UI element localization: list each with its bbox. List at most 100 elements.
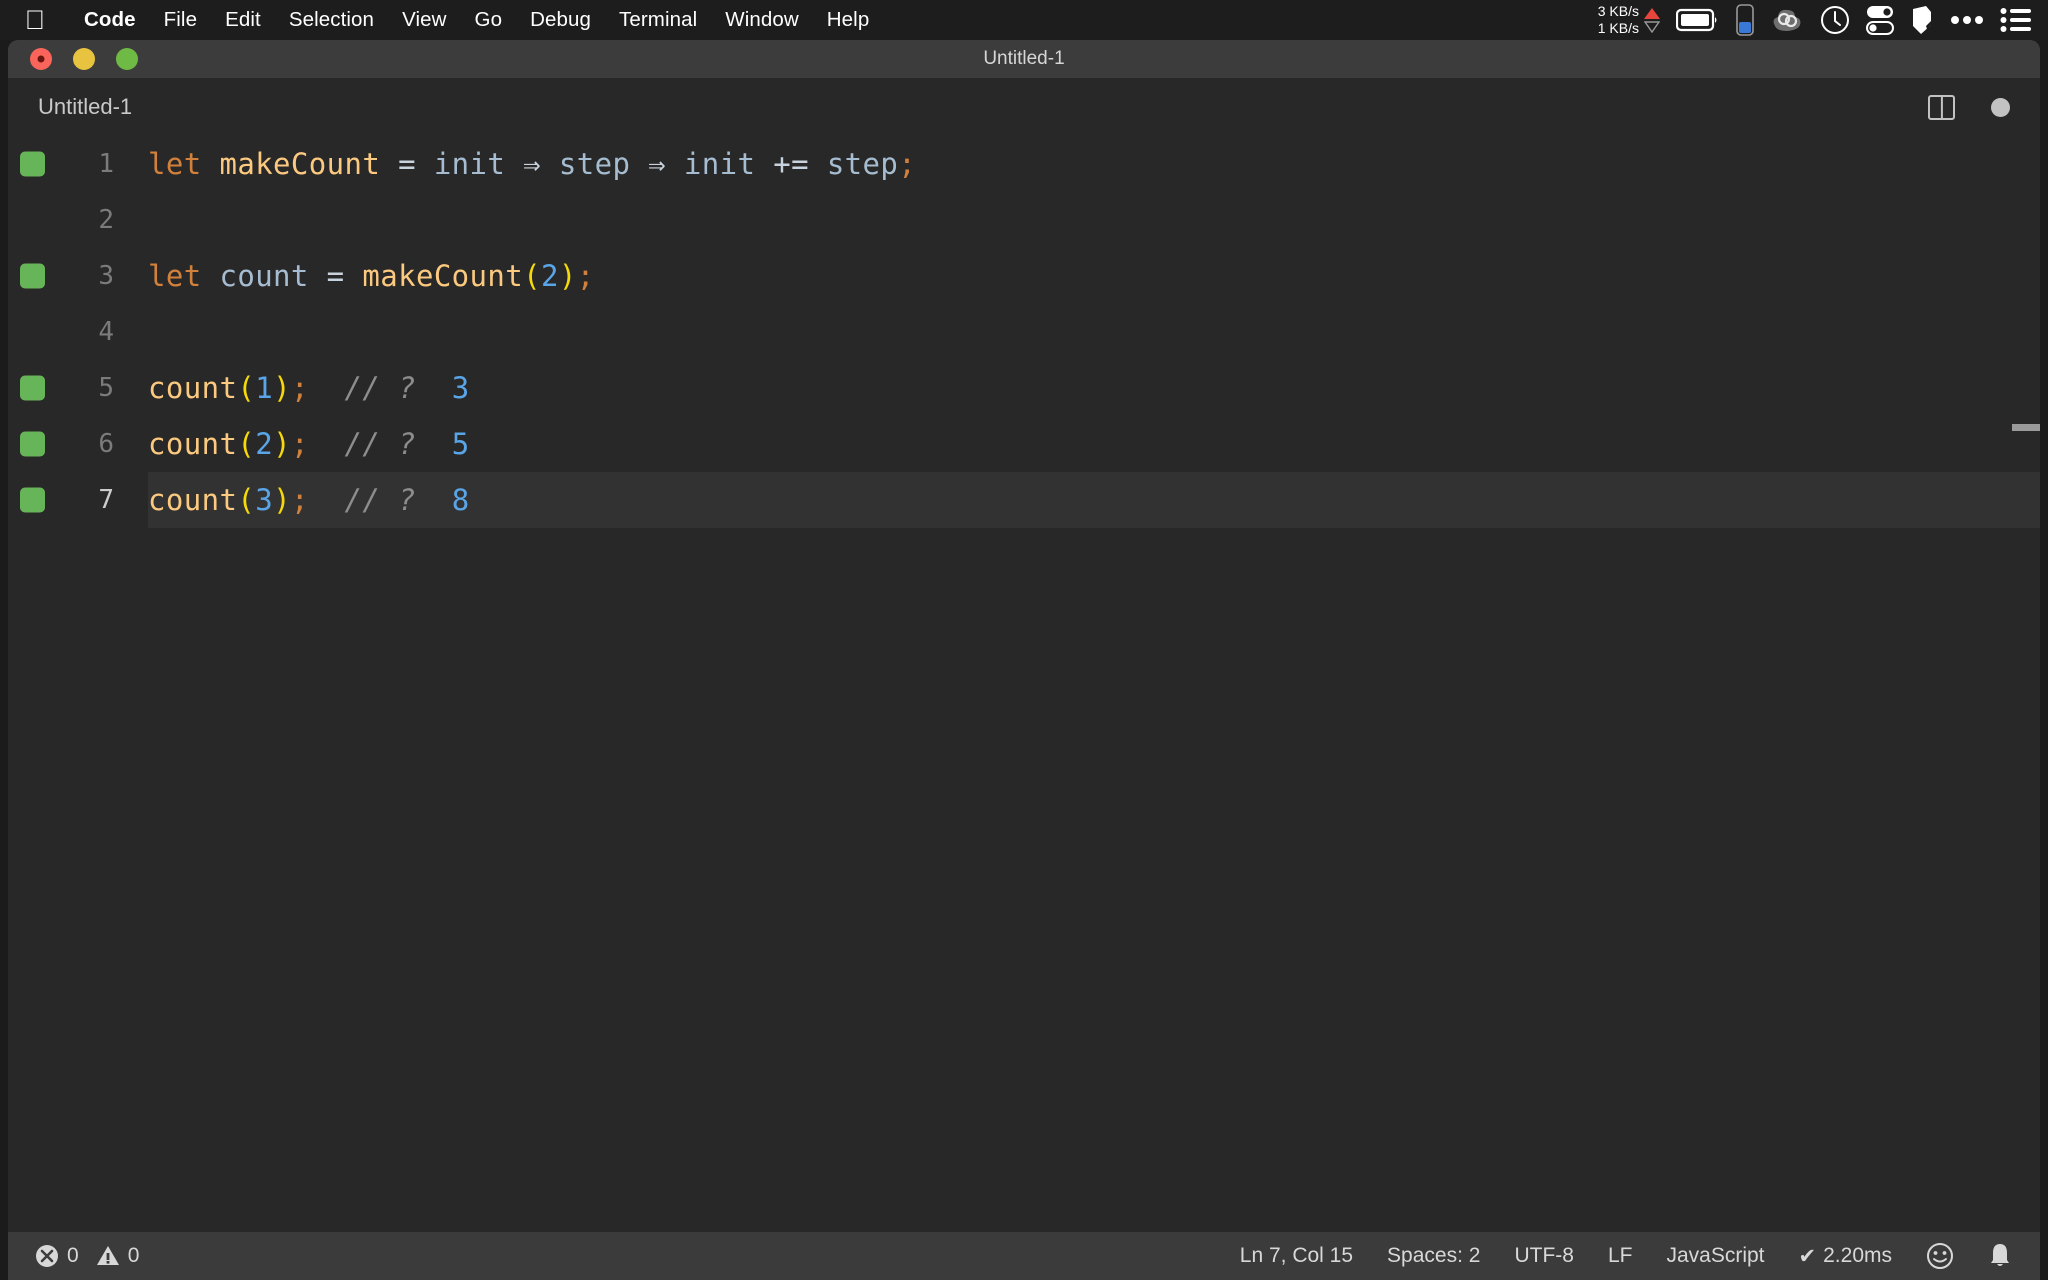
gutter-execution-marker[interactable] (20, 151, 45, 177)
code-line[interactable]: 6 count(2); // ? 5 (8, 416, 2040, 472)
gutter-execution-marker[interactable] (20, 487, 45, 513)
code-token: += (755, 147, 827, 181)
code-token: 8 (415, 483, 470, 517)
line-number: 5 (98, 373, 114, 403)
line-number: 7 (98, 485, 114, 515)
code-token: makeCount (362, 259, 524, 293)
battery-vertical-icon[interactable] (1736, 4, 1754, 36)
tab-untitled-1[interactable]: Untitled-1 (8, 78, 161, 136)
problems-indicator[interactable]: 0 0 (34, 1243, 139, 1269)
code-lines-container: 1 let makeCount = init ⇒ step ⇒ init += s… (8, 136, 2040, 528)
code-token: ; (576, 259, 595, 293)
gutter-execution-marker[interactable] (20, 263, 45, 289)
code-line[interactable]: 4 (8, 304, 2040, 360)
status-bar-left: 0 0 (8, 1243, 139, 1269)
indentation-setting[interactable]: Spaces: 2 (1387, 1244, 1480, 1268)
gutter-execution-marker[interactable] (20, 431, 45, 457)
editor-tab-bar: Untitled-1 (8, 78, 2040, 136)
tab-label: Untitled-1 (38, 94, 133, 119)
menu-item-window[interactable]: Window (711, 0, 813, 40)
error-icon (34, 1243, 60, 1269)
shield-icon[interactable] (1910, 5, 1934, 35)
toggles-icon[interactable] (1866, 4, 1894, 36)
code-token: = (380, 147, 434, 181)
code-token: ( (237, 371, 256, 405)
menu-item-debug[interactable]: Debug (516, 0, 605, 40)
code-editor[interactable]: 1 let makeCount = init ⇒ step ⇒ init += s… (8, 136, 2040, 1232)
line-number: 2 (98, 205, 114, 235)
code-token: ) (273, 483, 291, 517)
code-token: ⇒ (505, 147, 559, 181)
menu-item-help[interactable]: Help (813, 0, 884, 40)
code-token: init (683, 147, 756, 181)
gutter-execution-marker[interactable] (20, 375, 45, 401)
cursor-position[interactable]: Ln 7, Col 15 (1240, 1244, 1353, 1268)
editor-actions (1928, 94, 2040, 120)
apple-logo-icon[interactable]:  (22, 5, 48, 35)
code-token: ) (558, 259, 577, 293)
code-token: ; (290, 483, 309, 517)
code-token: ) (273, 371, 291, 405)
menu-item-edit[interactable]: Edit (211, 0, 275, 40)
battery-icon[interactable] (1676, 8, 1720, 32)
code-token: ; (898, 147, 917, 181)
menu-item-selection[interactable]: Selection (275, 0, 388, 40)
menu-item-view[interactable]: View (388, 0, 460, 40)
encoding-setting[interactable]: UTF-8 (1514, 1244, 1574, 1268)
language-mode[interactable]: JavaScript (1666, 1244, 1764, 1268)
run-time-check-icon: ✔ (1798, 1244, 1817, 1268)
code-token: let (148, 147, 202, 181)
code-token: 1 (255, 371, 274, 405)
code-token: = (308, 259, 363, 293)
network-speed-indicator[interactable]: 3 KB/s 1 KB/s (1598, 3, 1660, 36)
control-center-icon[interactable] (2000, 7, 2032, 33)
eol-setting[interactable]: LF (1608, 1244, 1633, 1268)
unsaved-dot-icon[interactable] (1991, 97, 2010, 117)
code-token: step (558, 147, 631, 181)
editor-scrollbar-marker[interactable] (2012, 424, 2040, 431)
line-number: 6 (98, 429, 114, 459)
code-token: // ? (308, 371, 416, 405)
macos-menu-bar:  Code File Edit Selection View Go Debug… (0, 0, 2048, 40)
menu-item-terminal[interactable]: Terminal (605, 0, 711, 40)
menu-bar-status-area: 3 KB/s 1 KB/s (1598, 0, 2048, 40)
code-line[interactable]: 1 let makeCount = init ⇒ step ⇒ init += s… (8, 136, 2040, 192)
run-time-value: 2.20ms (1823, 1244, 1892, 1267)
code-token: step (826, 147, 899, 181)
code-line-text: let makeCount = init ⇒ step ⇒ init += st… (148, 147, 916, 181)
code-line-text: count(3); // ? 8 (148, 483, 470, 517)
bell-icon[interactable] (1988, 1242, 2012, 1270)
code-line[interactable]: 7 count(3); // ? 8 (8, 472, 2040, 528)
code-token: count (148, 371, 238, 405)
error-count: 0 (67, 1244, 79, 1267)
warning-count: 0 (127, 1244, 140, 1267)
code-token: 2 (255, 427, 274, 461)
window-title: Untitled-1 (983, 48, 1065, 69)
code-token: 2 (541, 259, 559, 293)
code-token: ) (273, 427, 291, 461)
ellipsis-icon[interactable] (1950, 15, 1984, 25)
code-line[interactable]: 5 count(1); // ? 3 (8, 360, 2040, 416)
window-title-bar: Untitled-1 (8, 40, 2040, 78)
code-token: init (433, 147, 506, 181)
menu-item-code[interactable]: Code (70, 0, 150, 40)
code-token: ; (290, 371, 309, 405)
run-time-indicator[interactable]: ✔ 2.20ms (1799, 1244, 1892, 1269)
smiley-icon[interactable] (1926, 1242, 1954, 1270)
code-line-text: count(1); // ? 3 (148, 371, 470, 405)
code-line[interactable]: 3 let count = makeCount(2); (8, 248, 2040, 304)
code-token: // ? (308, 427, 416, 461)
code-token: ( (237, 483, 256, 517)
upload-arrow-icon (1644, 7, 1660, 19)
download-speed: 1 KB/s (1597, 20, 1639, 36)
clock-icon[interactable] (1820, 5, 1850, 35)
menu-item-go[interactable]: Go (461, 0, 517, 40)
code-token: 3 (255, 483, 274, 517)
cloud-sync-icon[interactable] (1770, 6, 1804, 34)
code-token: count (219, 259, 309, 293)
split-editor-icon[interactable] (1928, 94, 1955, 120)
menu-item-file[interactable]: File (150, 0, 211, 40)
code-line[interactable]: 2 (8, 192, 2040, 248)
code-token: ( (237, 427, 256, 461)
